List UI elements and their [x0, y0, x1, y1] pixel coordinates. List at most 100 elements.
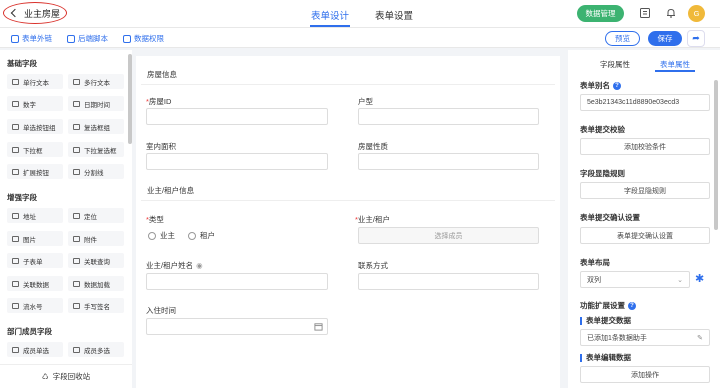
field-icon — [73, 78, 80, 85]
field-label: 单选按钮组 — [23, 124, 56, 132]
data-permission-link[interactable]: 数据权限 — [123, 33, 164, 44]
layout-input[interactable] — [358, 108, 539, 125]
field-dropdown-multi[interactable]: 下拉复选框 — [68, 142, 124, 157]
field-location[interactable]: 定位 — [68, 208, 124, 223]
layout-settings-icon[interactable]: ✱ — [695, 272, 704, 285]
avatar[interactable]: G — [688, 5, 705, 22]
field-icon — [12, 100, 19, 107]
label-visibility-rules: 字段显隐规则 — [580, 169, 625, 178]
field-data-load[interactable]: 数据加载 — [68, 276, 124, 291]
form-layout-select[interactable]: 双列 ⌄ — [580, 271, 690, 288]
field-label: 图片 — [23, 236, 36, 244]
field-checkbox-group[interactable]: 复选框组 — [68, 119, 124, 134]
field-icon — [12, 146, 19, 153]
move-in-date-input[interactable] — [146, 318, 328, 335]
edit-icon[interactable]: ✎ — [697, 334, 703, 342]
select-member-button[interactable]: 选择成员 — [358, 227, 539, 244]
marker — [580, 317, 582, 326]
field-label: 地址 — [23, 213, 36, 221]
field-serial-number[interactable]: 流水号 — [7, 298, 63, 313]
form-alias-input[interactable]: 5e3b21343c11d8890e03ecd3 — [580, 94, 710, 111]
house-id-input[interactable] — [146, 108, 328, 125]
field-label: 关联数据 — [23, 281, 49, 289]
field-address[interactable]: 地址 — [7, 208, 63, 223]
label-text: 业主/租户 — [357, 215, 391, 224]
submit-data-value: 已添加1条数据助手 — [587, 334, 647, 342]
tab-form-design[interactable]: 表单设计 — [311, 8, 349, 22]
tab-form-properties[interactable]: 表单属性 — [660, 59, 690, 70]
group-member-fields: 部门成员字段 — [7, 327, 52, 336]
field-related-data[interactable]: 关联数据 — [7, 276, 63, 291]
field-single-line-text[interactable]: 单行文本 — [7, 74, 63, 89]
field-label: 扩展按钮 — [23, 169, 49, 177]
backend-script-label: 后端脚本 — [78, 34, 108, 43]
tab-form-settings[interactable]: 表单设置 — [375, 8, 413, 22]
help-icon[interactable]: ? — [613, 82, 621, 91]
preview-button[interactable]: 预览 — [605, 31, 640, 46]
field-subform[interactable]: 子表单 — [7, 253, 63, 268]
field-icon — [73, 257, 80, 264]
data-management-button[interactable]: 数据管理 — [577, 5, 624, 22]
section-house-info: 房屋信息 — [147, 70, 177, 79]
radio-owner[interactable]: 业主 — [148, 230, 175, 241]
backend-script-link[interactable]: 后端脚本 — [67, 33, 108, 44]
submit-confirm-button[interactable]: 表单提交确认设置 — [580, 227, 710, 244]
share-button[interactable]: ➦ — [687, 30, 705, 47]
field-label: 定位 — [84, 213, 97, 221]
add-operation-button[interactable]: 添加操作 — [580, 366, 710, 383]
field-image[interactable]: 图片 — [7, 231, 63, 246]
select-value: 双列 — [587, 276, 601, 284]
field-dropdown[interactable]: 下拉框 — [7, 142, 63, 157]
tab-field-properties[interactable]: 字段属性 — [600, 59, 630, 70]
field-icon — [12, 123, 19, 130]
field-multi-line-text[interactable]: 多行文本 — [68, 74, 124, 89]
field-signature[interactable]: 手写签名 — [68, 298, 124, 313]
owner-name-input[interactable] — [146, 273, 328, 290]
right-scrollbar[interactable] — [714, 80, 718, 230]
label-owner-tenant: *业主/租户 — [355, 215, 391, 224]
radio-tenant[interactable]: 租户 — [188, 230, 215, 241]
help-icon[interactable]: ? — [628, 302, 636, 311]
app-title: 业主房屋 — [24, 8, 61, 19]
field-icon — [12, 280, 19, 287]
back-button[interactable]: 业主房屋 — [3, 2, 67, 24]
bell-icon[interactable] — [665, 7, 677, 19]
field-member-single[interactable]: 成员单选 — [7, 342, 63, 357]
calendar-icon — [314, 323, 323, 331]
field-icon — [73, 235, 80, 242]
field-number[interactable]: 数字 — [7, 96, 63, 111]
label-submit-validation: 表单提交校验 — [580, 125, 625, 134]
field-icon — [73, 146, 80, 153]
field-recycle-bin[interactable]: ♺ 字段回收站 — [0, 364, 132, 388]
field-radio-group[interactable]: 单选按钮组 — [7, 119, 63, 134]
field-datetime[interactable]: 日期时间 — [68, 96, 124, 111]
form-icon[interactable] — [639, 7, 651, 19]
add-validation-button[interactable]: 添加校验条件 — [580, 138, 710, 155]
active-tab-indicator — [310, 25, 350, 27]
permission-icon — [123, 34, 131, 43]
group-enhanced-fields: 增强字段 — [7, 193, 37, 202]
submit-data-box[interactable]: 已添加1条数据助手 ✎ — [580, 329, 710, 346]
field-divider[interactable]: 分割线 — [68, 164, 124, 179]
field-extension-button[interactable]: 扩展按钮 — [7, 164, 63, 179]
contact-input[interactable] — [358, 273, 539, 290]
field-related-query[interactable]: 关联查询 — [68, 253, 124, 268]
field-label: 关联查询 — [84, 258, 110, 266]
save-button[interactable]: 保存 — [648, 31, 682, 46]
radio-label: 业主 — [160, 231, 175, 240]
field-label: 日期时间 — [84, 101, 110, 109]
indoor-area-input[interactable] — [146, 153, 328, 170]
left-scrollbar[interactable] — [128, 54, 132, 144]
label-extension-settings: 功能扩展设置? — [580, 300, 636, 311]
house-nature-input[interactable] — [358, 153, 539, 170]
field-member-multi[interactable]: 成员多选 — [68, 342, 124, 357]
field-icon — [12, 235, 19, 242]
field-label: 流水号 — [23, 303, 43, 311]
field-icon — [73, 346, 80, 353]
label-text: 类型 — [148, 215, 164, 224]
form-external-link[interactable]: 表单外链 — [11, 33, 52, 44]
field-attachment[interactable]: 附件 — [68, 231, 124, 246]
label-text: 房屋ID — [148, 97, 172, 106]
script-icon — [67, 34, 75, 43]
visibility-rules-button[interactable]: 字段显隐规则 — [580, 182, 710, 199]
